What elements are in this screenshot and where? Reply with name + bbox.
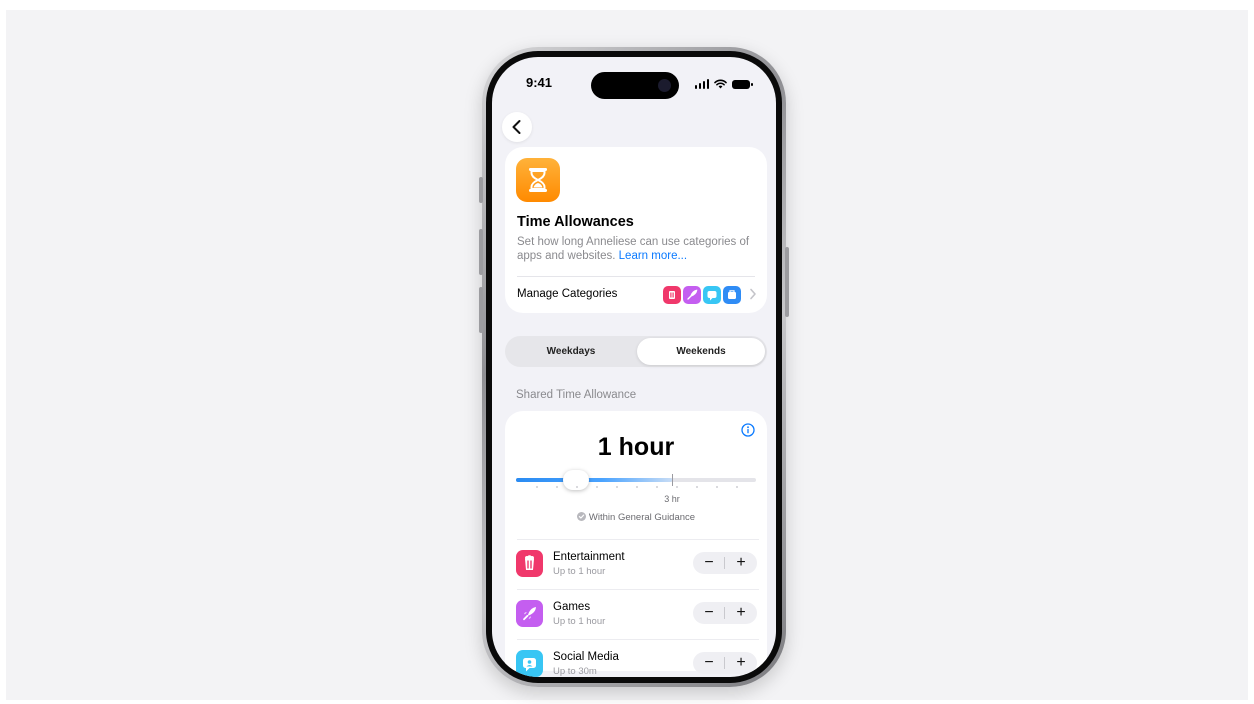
divider (517, 639, 759, 640)
category-subtitle: Up to 1 hour (553, 616, 606, 627)
time-stepper: − + (693, 552, 757, 574)
decrease-button[interactable]: − (693, 652, 725, 674)
chevron-left-icon (512, 120, 521, 134)
status-icons (694, 79, 753, 89)
slider-tick (536, 486, 538, 488)
volume-down-button (479, 287, 483, 333)
slider-fill (516, 478, 672, 482)
time-stepper: − + (693, 602, 757, 624)
days-segmented-control: Weekdays Weekends (505, 336, 767, 367)
category-title: Social Media (553, 651, 619, 663)
increase-button[interactable]: + (725, 552, 757, 574)
slider-tick (576, 486, 578, 488)
slider-tick (676, 486, 678, 488)
social-media-icon (703, 286, 721, 304)
category-icons (663, 286, 741, 304)
social-media-icon (516, 650, 543, 677)
hourglass-icon (529, 168, 547, 192)
guidance-marker (672, 474, 673, 486)
games-icon (683, 286, 701, 304)
chevron-right-icon (750, 288, 756, 300)
checkmark-circle-icon (576, 512, 586, 521)
section-label: Shared Time Allowance (516, 389, 637, 401)
entertainment-icon (516, 550, 543, 577)
category-row-games: Games Up to 1 hour − + (505, 589, 767, 639)
divider (517, 539, 759, 540)
action-button (479, 177, 483, 203)
shared-allowance-card: 1 hour 3 hr Within General Guidance Ente… (505, 411, 767, 677)
slider-tick (696, 486, 698, 488)
wifi-icon (714, 79, 727, 89)
manage-categories-row[interactable]: Manage Categories (505, 277, 767, 313)
category-subtitle: Up to 30m (553, 666, 597, 677)
category-title: Entertainment (553, 551, 625, 563)
volume-up-button (479, 229, 483, 275)
tab-weekdays[interactable]: Weekdays (507, 338, 635, 365)
slider-tick (636, 486, 638, 488)
phone-screen: 9:41 Time Allowances Set how long Anneli… (492, 57, 776, 677)
games-icon (516, 600, 543, 627)
manage-categories-label: Manage Categories (517, 288, 618, 300)
learn-more-link[interactable]: Learn more... (619, 250, 687, 262)
slider-tick (716, 486, 718, 488)
battery-icon (732, 80, 753, 89)
category-row-social-media: Social Media Up to 30m − + (505, 639, 767, 677)
divider (517, 589, 759, 590)
decrease-button[interactable]: − (693, 552, 725, 574)
time-allowances-card: Time Allowances Set how long Anneliese c… (505, 147, 767, 313)
slider-tick (616, 486, 618, 488)
productivity-icon (723, 286, 741, 304)
tab-weekends[interactable]: Weekends (637, 338, 765, 365)
increase-button[interactable]: + (725, 652, 757, 674)
allowance-slider[interactable] (516, 470, 756, 490)
entertainment-icon (663, 286, 681, 304)
increase-button[interactable]: + (725, 602, 757, 624)
category-subtitle: Up to 1 hour (553, 566, 606, 577)
slider-tick (736, 486, 738, 488)
decrease-button[interactable]: − (693, 602, 725, 624)
description: Set how long Anneliese can use categorie… (517, 235, 763, 263)
dynamic-island (591, 72, 679, 99)
guidance-tick-label: 3 hr (664, 494, 680, 504)
iphone-frame: 9:41 Time Allowances Set how long Anneli… (479, 47, 789, 687)
cellular-signal-icon (694, 79, 709, 89)
phone-bezel: 9:41 Time Allowances Set how long Anneli… (486, 51, 782, 683)
allowance-value: 1 hour (597, 433, 675, 461)
time-stepper: − + (693, 652, 757, 674)
guidance-status: Within General Guidance (505, 512, 767, 523)
category-title: Games (553, 601, 591, 613)
category-row-entertainment: Entertainment Up to 1 hour − + (505, 539, 767, 589)
side-button (785, 247, 789, 317)
status-time: 9:41 (526, 75, 553, 90)
slider-tick (596, 486, 598, 488)
guidance-text: Within General Guidance (588, 512, 696, 523)
slider-tick (556, 486, 558, 488)
presentation-background: 9:41 Time Allowances Set how long Anneli… (6, 10, 1248, 700)
back-button[interactable] (502, 112, 532, 142)
page-title: Time Allowances (517, 214, 634, 230)
camera-icon (658, 79, 671, 92)
hourglass-tile (516, 158, 560, 202)
slider-tick (656, 486, 658, 488)
